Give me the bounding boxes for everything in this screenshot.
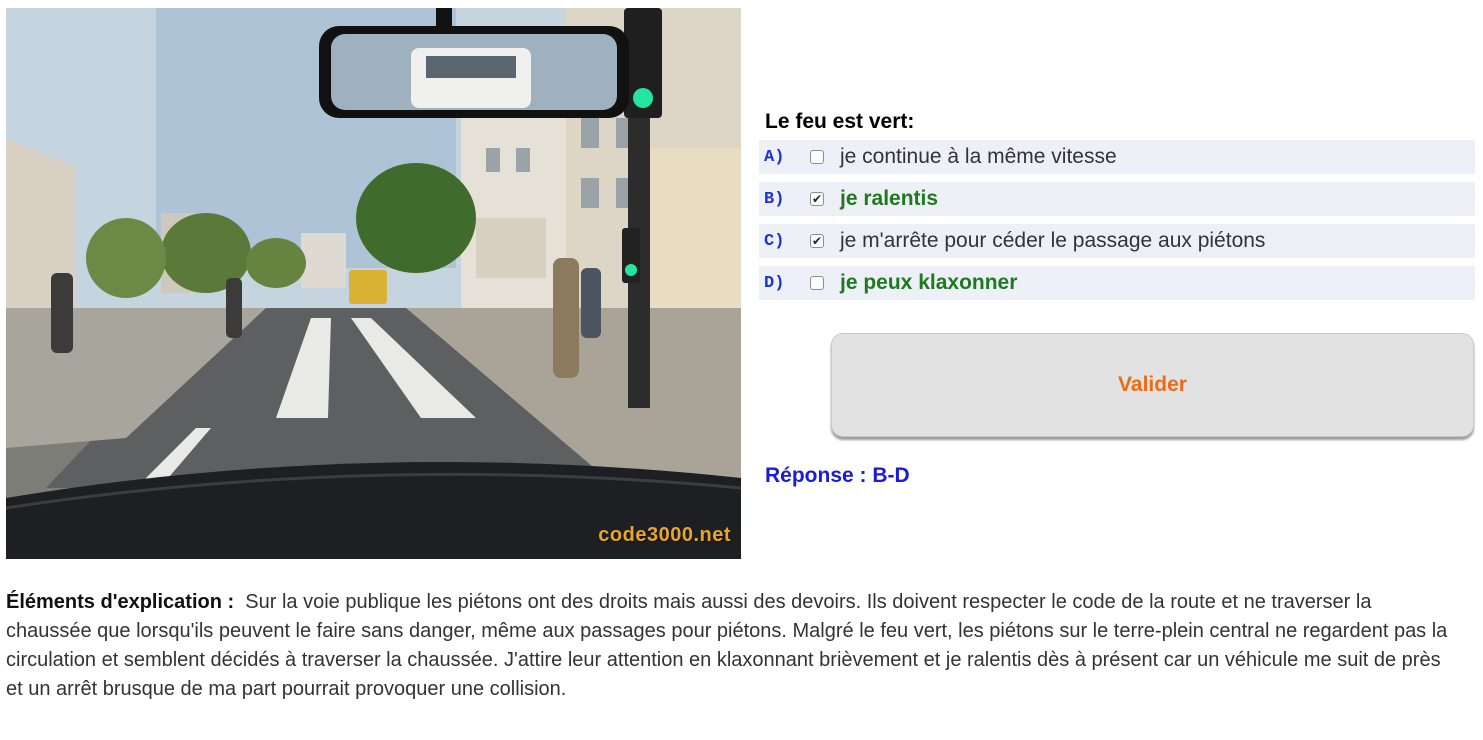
street-scene-illustration xyxy=(6,8,741,559)
answer-letter: A) xyxy=(764,147,785,167)
photo-watermark: code3000.net xyxy=(598,524,731,546)
answer-letter: B) xyxy=(764,189,785,209)
answer-option-d[interactable]: D) je peux klaxonner xyxy=(759,266,1475,300)
answer-letter: C) xyxy=(764,231,785,251)
answer-checkbox[interactable]: ✔ xyxy=(810,192,824,206)
question-title: Le feu est vert: xyxy=(765,110,915,133)
answer-option-c[interactable]: C) ✔ je m'arrête pour céder le passage a… xyxy=(759,224,1475,258)
answer-option-b[interactable]: B) ✔ je ralentis xyxy=(759,182,1475,216)
explanation-paragraph: Éléments d'explication : Sur la voie pub… xyxy=(6,588,1456,704)
answer-checkbox[interactable]: ✔ xyxy=(810,234,824,248)
checkmark-icon: ✔ xyxy=(811,234,823,248)
answer-text: je continue à la même vitesse xyxy=(840,145,1117,168)
explanation-heading: Éléments d'explication : xyxy=(6,591,235,613)
answer-text: je m'arrête pour céder le passage aux pi… xyxy=(840,229,1266,252)
answer-checkbox[interactable] xyxy=(810,150,824,164)
checkmark-icon: ✔ xyxy=(811,192,823,206)
answer-text: je ralentis xyxy=(840,187,939,210)
validate-button[interactable]: Valider xyxy=(831,333,1474,437)
question-photo: code3000.net xyxy=(6,8,741,559)
answer-option-a[interactable]: A) je continue à la même vitesse xyxy=(759,140,1475,174)
response-text: Réponse : B-D xyxy=(765,464,910,487)
answer-checkbox[interactable] xyxy=(810,276,824,290)
answer-letter: D) xyxy=(764,273,785,293)
answer-text: je peux klaxonner xyxy=(840,271,1018,294)
